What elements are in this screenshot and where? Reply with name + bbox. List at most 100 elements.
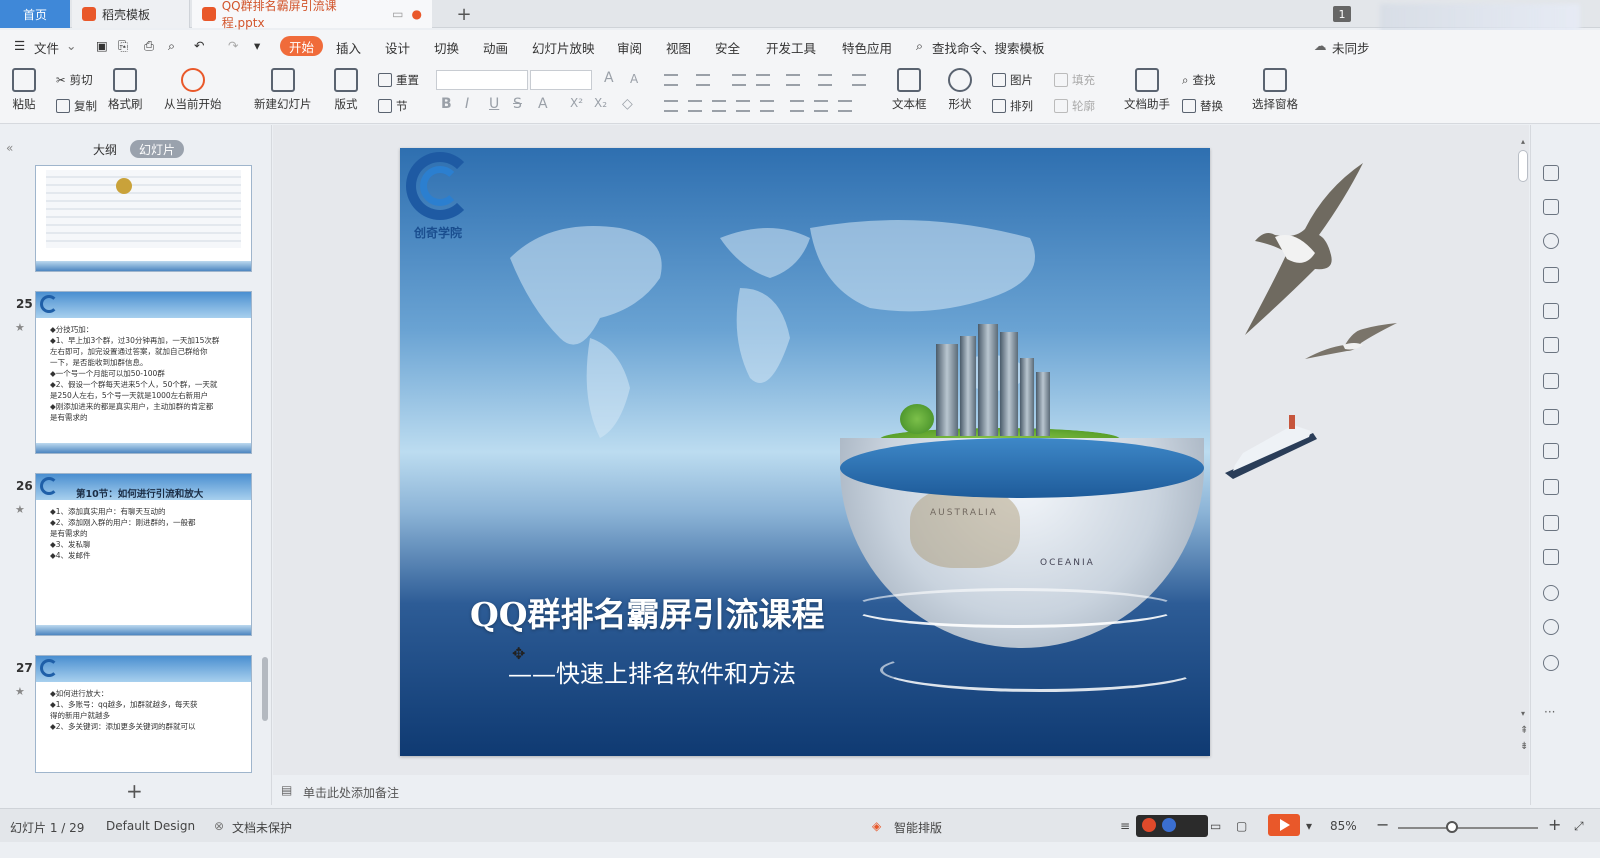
number-list-icon[interactable] [696, 74, 710, 86]
notes-area[interactable]: ▤ 单击此处添加备注 [273, 776, 1529, 806]
doc-helper-button[interactable]: 文档助手 [1124, 68, 1170, 112]
align-right-icon[interactable] [712, 100, 726, 112]
paste-button[interactable]: 粘贴 [12, 68, 36, 112]
hamburger-icon[interactable]: ☰ [14, 38, 25, 53]
play-from-current-button[interactable]: 从当前开始 [164, 68, 222, 112]
help-icon[interactable] [1543, 655, 1559, 671]
location-icon[interactable] [1543, 585, 1559, 601]
para-spacing-icon[interactable] [790, 100, 804, 112]
find-button[interactable]: ⌕ 查找 [1182, 72, 1215, 88]
zoom-out-button[interactable]: − [1376, 815, 1389, 834]
tab-document[interactable]: QQ群排名霸屏引流课程.pptx ▭ ● [192, 0, 432, 30]
picture-button[interactable]: 图片 [992, 72, 1033, 88]
tab-home[interactable]: 首页 [0, 0, 70, 28]
monitor-icon[interactable]: ▭ [392, 7, 403, 21]
textbox-button[interactable]: 文本框 [892, 68, 927, 112]
replace-button[interactable]: 替换 [1182, 98, 1223, 114]
slide-thumbnail-26[interactable]: 第10节：如何进行引流和放大 ◆1、添加真实用户：有聊天互动的 ◆2、添加刚入群… [35, 473, 252, 636]
zoom-level[interactable]: 85% [1330, 819, 1357, 833]
justify-icon[interactable] [736, 100, 750, 112]
slide-thumbnail-25[interactable]: ◆分技巧加： ◆1、早上加3个群，过30分钟再加，一天加15次群 左右即可，加完… [35, 291, 252, 454]
ime-toolbar[interactable] [1136, 815, 1208, 837]
menu-insert[interactable]: 插入 [336, 38, 361, 57]
reset-button[interactable]: 重置 [378, 72, 419, 88]
share-icon[interactable] [1543, 443, 1559, 459]
layout-button[interactable]: 版式 [334, 68, 358, 112]
slide-title[interactable]: QQ群排名霸屏引流课程 [470, 588, 825, 636]
command-search[interactable]: 查找命令、搜索模板 [932, 38, 1045, 57]
scroll-up-icon[interactable]: ▴ [1521, 137, 1525, 146]
collapse-panel-icon[interactable]: « [6, 141, 13, 155]
grid-icon[interactable] [1543, 303, 1559, 319]
slides-tab[interactable]: 幻灯片 [130, 140, 185, 158]
next-slide-icon[interactable]: ⇟ [1520, 741, 1528, 752]
menu-features[interactable]: 特色应用 [842, 38, 892, 57]
valign-icon[interactable] [814, 100, 828, 112]
menu-start[interactable]: 开始 [280, 36, 324, 56]
settings-sliders-icon[interactable] [1543, 373, 1559, 389]
prev-slide-icon[interactable]: ⇞ [1520, 725, 1528, 736]
distribute-icon[interactable] [760, 100, 774, 112]
canvas-scrollbar-thumb[interactable] [1518, 150, 1528, 182]
file-chevron-icon[interactable]: ⌄ [66, 38, 76, 53]
current-slide[interactable]: 创奇学院 AUSTRALIA OCEANIA QQ群排名霸屏引流课程 ——快速上… [400, 148, 1210, 756]
slideshow-chevron-icon[interactable]: ▾ [1306, 819, 1312, 833]
align-center-icon[interactable] [688, 100, 702, 112]
line-spacing-icon[interactable] [852, 74, 866, 86]
underline-icon[interactable]: U [489, 96, 499, 112]
fill-button[interactable]: 填充 [1054, 72, 1095, 88]
shape-pane-icon[interactable] [1543, 233, 1559, 249]
slide-thumbnail-24[interactable] [35, 165, 252, 272]
magic-icon[interactable] [1543, 165, 1559, 181]
outline-tab[interactable]: 大纲 [84, 140, 126, 158]
slide-subtitle[interactable]: ——快速上排名软件和方法 [508, 654, 796, 689]
menu-design[interactable]: 设计 [385, 38, 410, 57]
section-button[interactable]: 节 [378, 98, 408, 114]
notes-toggle-icon[interactable]: ≡ [1120, 819, 1130, 833]
zoom-in-button[interactable]: + [1548, 815, 1561, 834]
add-slide-button[interactable]: + [126, 779, 143, 803]
smart-layout[interactable]: 智能排版 [894, 819, 942, 836]
transition-icon[interactable] [1543, 199, 1559, 215]
columns-icon[interactable] [786, 74, 800, 86]
chart-icon[interactable] [1543, 337, 1559, 353]
image-icon[interactable] [1543, 515, 1559, 531]
protection-status[interactable]: 文档未保护 [232, 819, 292, 836]
outdent-icon[interactable] [732, 74, 746, 86]
bold-icon[interactable]: B [441, 96, 452, 112]
save-icon[interactable]: ▣ [96, 38, 108, 53]
font-color-icon[interactable]: A [538, 96, 548, 112]
superscript-icon[interactable]: X² [570, 96, 583, 110]
menu-security[interactable]: 安全 [715, 38, 740, 57]
new-tab-button[interactable]: + [452, 0, 476, 28]
slide-thumbnail-27[interactable]: ◆如何进行放大： ◆1、多账号：qq越多，加群就越多，每天获 得的新用户就越多 … [35, 655, 252, 773]
menu-devtools[interactable]: 开发工具 [766, 38, 816, 57]
menu-animation[interactable]: 动画 [483, 38, 508, 57]
more-options-icon[interactable]: ··· [1544, 705, 1555, 719]
window-count-badge[interactable]: 1 [1333, 6, 1351, 22]
text-direction-icon[interactable] [818, 74, 832, 86]
shape-button[interactable]: 形状 [948, 68, 972, 112]
archive-icon[interactable] [1543, 479, 1559, 495]
sync-status[interactable]: 未同步 [1332, 38, 1370, 57]
theme-name[interactable]: Default Design [106, 819, 195, 833]
preview-icon[interactable]: ⌕ [168, 38, 175, 54]
normal-view-icon[interactable]: ▭ [1210, 819, 1221, 833]
menu-review[interactable]: 审阅 [617, 38, 642, 57]
subscript-icon[interactable]: X₂ [594, 96, 607, 110]
fit-window-icon[interactable]: ⤢ [1574, 819, 1584, 834]
redo-icon[interactable]: ↷ [228, 38, 238, 53]
panel-scrollbar[interactable] [262, 657, 268, 721]
indent-icon[interactable] [756, 74, 770, 86]
strike-icon[interactable]: S [513, 96, 522, 112]
tab-template[interactable]: 稻壳模板 [72, 0, 190, 28]
animation-icon[interactable] [1543, 267, 1559, 283]
select-pane-button[interactable]: 选择窗格 [1252, 68, 1298, 112]
menu-view[interactable]: 视图 [666, 38, 691, 57]
outline-button[interactable]: 轮廓 [1054, 98, 1095, 114]
copy-button[interactable]: 复制 [56, 98, 97, 114]
gallery-icon[interactable] [1543, 409, 1559, 425]
eraser-icon[interactable]: ◇ [622, 96, 633, 112]
grow-font-icon[interactable]: A [604, 70, 614, 86]
file-menu[interactable]: 文件 [34, 38, 59, 57]
